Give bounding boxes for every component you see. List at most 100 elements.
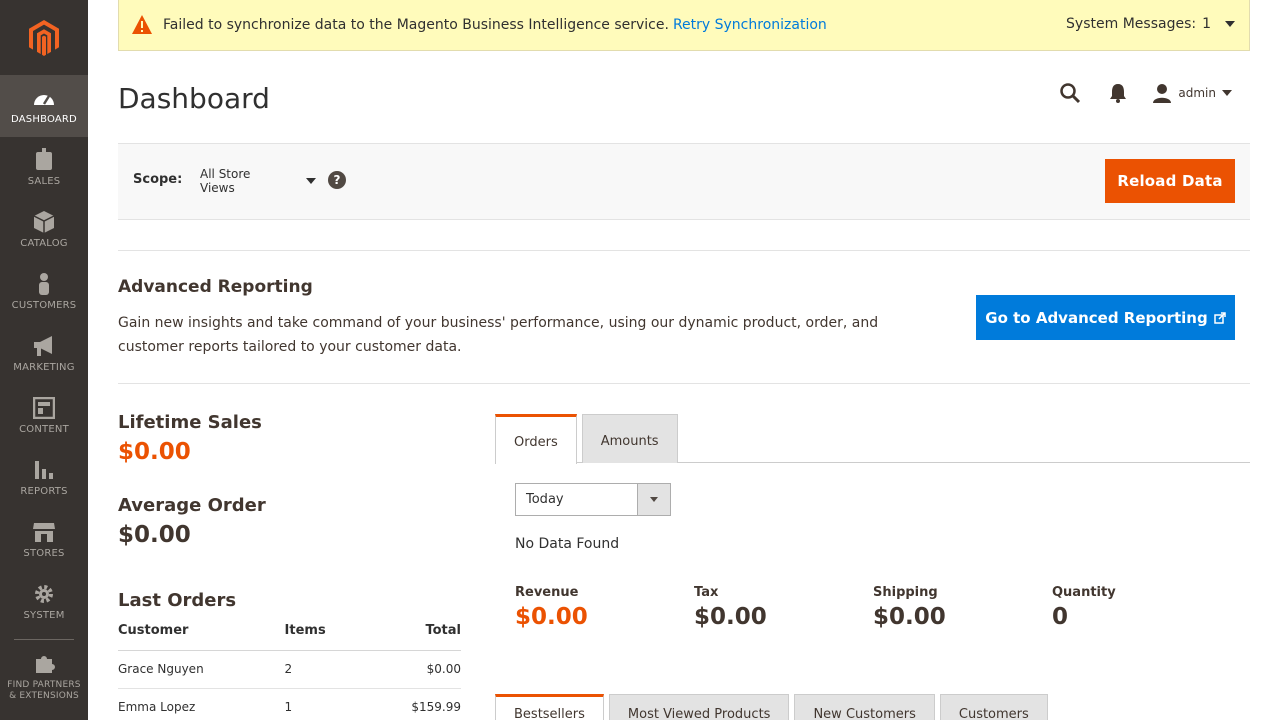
sidebar-item-customers[interactable]: Customers: [0, 261, 88, 323]
table-row[interactable]: Emma Lopez 1 $159.99: [118, 688, 461, 720]
sidebar-item-partners[interactable]: Find Partners & Extensions: [0, 646, 88, 708]
help-icon[interactable]: ?: [328, 171, 346, 189]
items-cell: 1: [284, 688, 365, 720]
tab-customers[interactable]: Customers: [939, 694, 1048, 720]
bell-icon: [1110, 84, 1127, 103]
metric-shipping: Shipping $0.00: [873, 585, 1052, 630]
tab-new-customers[interactable]: New Customers: [794, 694, 935, 720]
sidebar-item-content[interactable]: Content: [0, 385, 88, 447]
megaphone-icon: [32, 334, 56, 358]
lifetime-sales-label: Lifetime Sales: [118, 412, 262, 433]
tab-bestsellers[interactable]: Bestsellers: [495, 694, 604, 720]
dashboard-icon: [32, 86, 56, 110]
items-cell: 2: [284, 650, 365, 689]
dashboard-totals: Lifetime Sales $0.00 Average Order $0.00: [118, 412, 461, 578]
metric-label: Revenue: [515, 585, 579, 600]
sidebar-item-sales[interactable]: Sales: [0, 137, 88, 199]
advanced-reporting-button-label: Go to Advanced Reporting: [985, 308, 1208, 327]
metric-label: Tax: [694, 585, 719, 600]
gear-icon: [32, 582, 56, 606]
customer-cell: Grace Nguyen: [118, 650, 285, 689]
tab-orders[interactable]: Orders: [495, 414, 577, 464]
magento-logo[interactable]: [0, 0, 88, 75]
average-order: Average Order $0.00: [118, 495, 461, 548]
metric-label: Quantity: [1052, 585, 1116, 600]
total-cell: $0.00: [364, 650, 461, 689]
sidebar-item-label: Reports: [20, 486, 68, 497]
metric-label: Shipping: [873, 585, 938, 600]
last-orders-table: Customer Items Total Grace Nguyen 2 $0.0…: [118, 612, 461, 720]
reload-data-button[interactable]: Reload Data: [1105, 159, 1235, 203]
system-messages-count: 1: [1202, 16, 1211, 32]
system-messages-toggle[interactable]: System Messages: 1: [1066, 16, 1235, 32]
section-divider: [118, 383, 1250, 384]
tab-amounts[interactable]: Amounts: [581, 414, 678, 463]
metric-quantity: Quantity 0: [1052, 585, 1231, 630]
column-header: Items: [284, 612, 365, 651]
search-icon: [1060, 83, 1081, 104]
average-order-label: Average Order: [118, 495, 266, 516]
dashboard-metrics: Revenue $0.00 Tax $0.00 Shipping $0.00 Q…: [515, 585, 1231, 630]
sidebar-item-catalog[interactable]: Catalog: [0, 199, 88, 261]
grid-tabs: Bestsellers Most Viewed Products New Cus…: [495, 694, 1250, 720]
bar-chart-icon: [32, 458, 56, 482]
person-icon: [32, 272, 56, 296]
metric-value: $0.00: [873, 604, 946, 630]
storefront-icon: [32, 520, 56, 544]
column-header: Total: [364, 612, 461, 651]
chevron-down-icon: [1225, 21, 1235, 27]
average-order-value: $0.00: [118, 522, 191, 548]
sidebar-item-label: Dashboard: [11, 114, 77, 125]
system-message-text: Failed to synchronize data to the Magent…: [163, 17, 669, 33]
total-cell: $159.99: [364, 688, 461, 720]
notifications-button[interactable]: [1094, 74, 1142, 112]
advanced-reporting-title: Advanced Reporting: [118, 277, 313, 297]
customer-cell: Emma Lopez: [118, 688, 285, 720]
period-select[interactable]: Today: [515, 483, 671, 516]
scope-label: Scope:: [133, 172, 183, 187]
sidebar-divider: [14, 639, 74, 640]
sidebar-item-label: System: [23, 610, 65, 621]
chevron-down-icon: [1222, 90, 1232, 96]
metric-value: 0: [1052, 604, 1069, 630]
metric-tax: Tax $0.00: [694, 585, 873, 630]
no-data-message: No Data Found: [515, 536, 620, 552]
table-row[interactable]: Grace Nguyen 2 $0.00: [118, 650, 461, 689]
section-divider: [118, 250, 1250, 251]
sidebar-item-system[interactable]: System: [0, 571, 88, 633]
chevron-down-icon: [637, 484, 670, 515]
chevron-down-icon: [306, 178, 316, 184]
table-header-row: Customer Items Total: [118, 612, 461, 651]
user-menu[interactable]: admin: [1152, 83, 1232, 103]
user-icon: [1153, 84, 1172, 103]
puzzle-icon: [32, 652, 56, 676]
sidebar-item-dashboard[interactable]: Dashboard: [0, 75, 88, 137]
scope-bar: Scope: All Store Views ? Reload Data: [118, 143, 1250, 220]
last-orders-title: Last Orders: [118, 590, 237, 611]
sidebar-item-label: Find Partners & Extensions: [7, 680, 81, 701]
lifetime-sales-value: $0.00: [118, 439, 191, 465]
system-message-bar: Failed to synchronize data to the Magent…: [118, 0, 1250, 51]
retry-synchronization-link[interactable]: Retry Synchronization: [673, 17, 827, 33]
layout-icon: [32, 396, 56, 420]
metric-value: $0.00: [515, 604, 588, 630]
sidebar-item-label: Catalog: [20, 238, 68, 249]
dollar-icon: [32, 148, 56, 172]
chart-tabs: Orders Amounts: [495, 414, 1250, 464]
advanced-reporting-text: Gain new insights and take command of yo…: [118, 315, 879, 355]
sidebar-item-marketing[interactable]: Marketing: [0, 323, 88, 385]
sidebar-item-stores[interactable]: Stores: [0, 509, 88, 571]
header-actions: admin: [1046, 74, 1232, 112]
search-button[interactable]: [1046, 74, 1094, 112]
user-name: admin: [1178, 86, 1216, 100]
sidebar-item-reports[interactable]: Reports: [0, 447, 88, 509]
advanced-reporting-button[interactable]: Go to Advanced Reporting: [976, 295, 1235, 340]
tab-most-viewed-products[interactable]: Most Viewed Products: [608, 694, 790, 720]
external-link-icon: [1213, 311, 1226, 324]
sidebar-item-label: Content: [19, 424, 69, 435]
box-icon: [32, 210, 56, 234]
sidebar-item-label: Customers: [11, 300, 77, 311]
store-view-switcher[interactable]: All Store Views: [184, 164, 316, 198]
metric-revenue: Revenue $0.00: [515, 585, 694, 630]
lifetime-sales: Lifetime Sales $0.00: [118, 412, 461, 465]
